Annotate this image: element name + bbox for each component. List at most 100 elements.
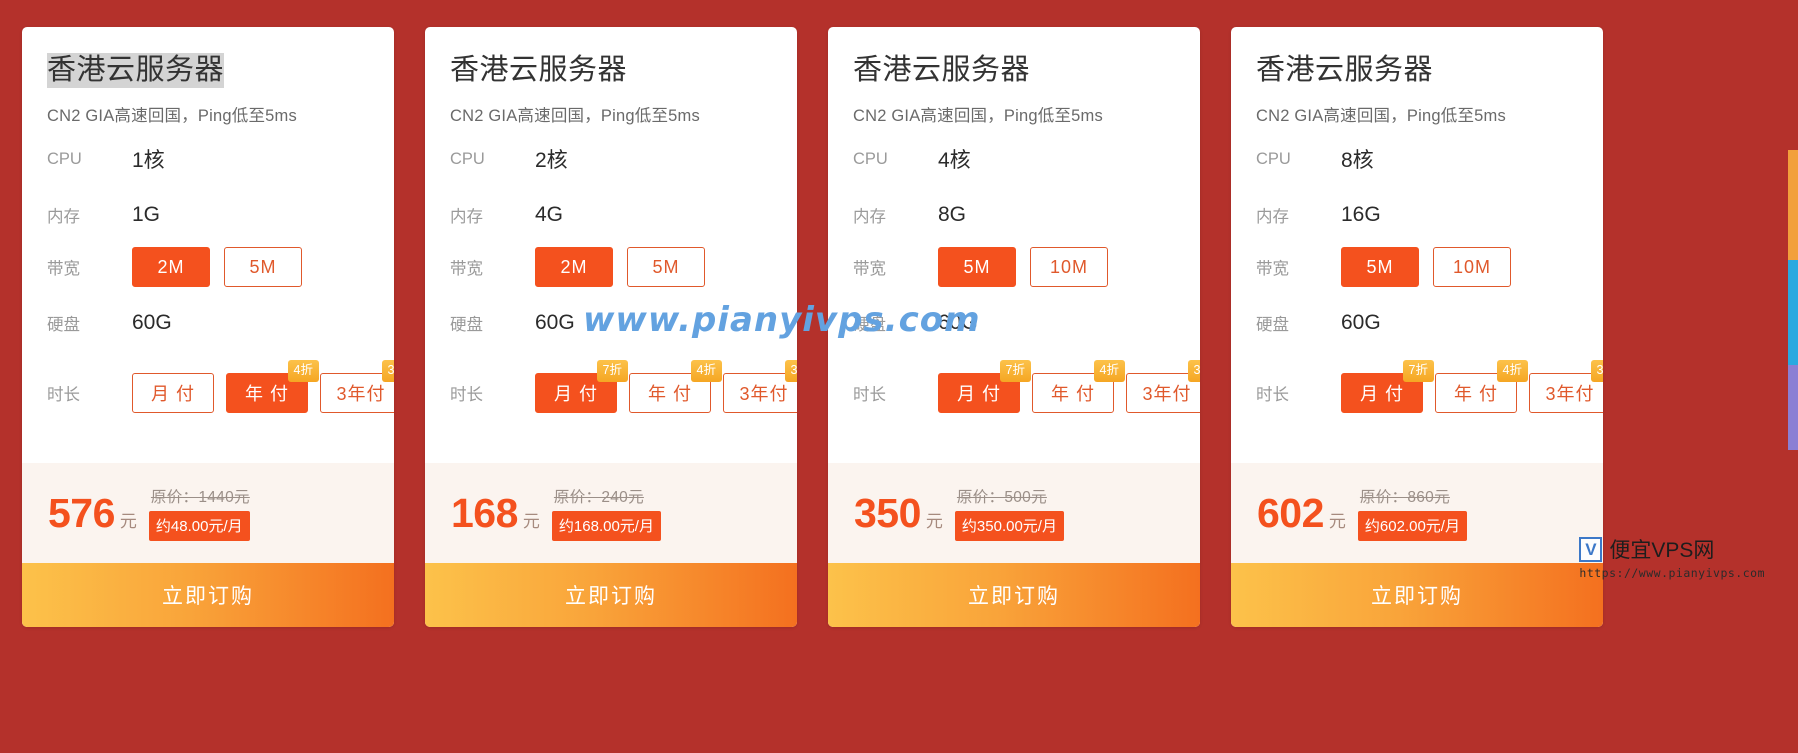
duration-option-月付[interactable]: 月 付 7折 [938,360,1031,414]
duration-option-label: 月 付 [150,384,195,405]
bandwidth-options: 2M 5M [132,247,302,288]
original-price: 原价：240元 [553,489,644,506]
duration-option-3年付[interactable]: 3年付3折 [1126,360,1200,414]
pricing-card[interactable]: 香港云服务器 CN2 GIA高速回国，Ping低至5ms CPU 4核 内存 8… [828,27,1200,627]
duration-option-label: 3年付 [1142,384,1192,405]
logo-name: 便宜VPS网 [1609,539,1715,562]
original-price: 原价：1440元 [150,489,250,506]
rail-segment-2[interactable] [1788,365,1798,450]
price-amount: 576 [48,489,115,536]
order-now-label: 立即订购 [1371,585,1463,608]
cpu-value: 1核 [132,149,165,173]
duration-option-年付[interactable]: 年 付 4折 [629,360,722,414]
duration-option-月付[interactable]: 月 付 7折 [535,360,628,414]
memory-label: 内存 [853,208,886,227]
order-now-button[interactable]: 立即订购 [1231,563,1603,627]
original-price: 原价：500元 [956,489,1047,506]
bandwidth-option-2M[interactable]: 2M [132,247,210,288]
order-now-label: 立即订购 [162,585,254,608]
discount-badge: 7折 [999,360,1031,382]
bandwidth-option-5M[interactable]: 5M [938,247,1016,288]
card-title: 香港云服务器 [450,54,628,86]
card-body: 香港云服务器 CN2 GIA高速回国，Ping低至5ms CPU 8核 内存 1… [1231,27,1603,416]
spec-row-duration: 时长 月 付7折 年 付4折 3年付3折 [1256,360,1603,416]
price-details: 原价：1440元 约48.00元/月 [148,485,250,541]
cpu-value: 4核 [938,149,971,173]
bandwidth-options: 5M 10M [1341,247,1511,288]
cpu-value: 2核 [535,149,568,173]
duration-options: 月 付7折 年 付4折 3年付3折 [1341,360,1603,414]
duration-options: 月 付7折 年 付4折 3年付3折 [535,360,797,414]
duration-option-3年付[interactable]: 3年付3折 [320,360,394,414]
duration-option-label: 年 付 [1050,384,1095,405]
pricing-card[interactable]: 香港云服务器 CN2 GIA高速回国，Ping低至5ms CPU 1核 内存 1… [22,27,394,627]
duration-option-年付[interactable]: 年 付 4折 [1435,360,1528,414]
duration-option-label: 3年付 [739,384,789,405]
duration-label: 时长 [47,386,80,405]
logo-url: https://www.pianyivps.com [1579,566,1765,580]
bandwidth-option-10M[interactable]: 10M [1433,247,1511,288]
spec-row-cpu: CPU 1核 [47,136,369,182]
order-now-button[interactable]: 立即订购 [828,563,1200,627]
order-now-button[interactable]: 立即订购 [22,563,394,627]
discount-badge: 3折 [1187,360,1200,382]
spec-row-bandwidth: 带宽 2M 5M [450,244,772,290]
spec-row-cpu: CPU 8核 [1256,136,1578,182]
spec-row-cpu: CPU 2核 [450,136,772,182]
spec-row-bandwidth: 带宽 5M 10M [853,244,1175,290]
pricing-page: 香港云服务器 CN2 GIA高速回国，Ping低至5ms CPU 1核 内存 1… [0,0,1798,753]
duration-option-3年付[interactable]: 3年付3折 [723,360,797,414]
duration-option-月付[interactable]: 月 付 [132,373,214,414]
monthly-price-badge: 约350.00元/月 [954,511,1064,541]
duration-options: 月 付7折 年 付4折 3年付3折 [938,360,1200,414]
card-title: 香港云服务器 [1256,54,1434,86]
duration-options: 月 付 年 付4折 3年付3折 [132,360,394,414]
memory-value: 4G [535,203,564,227]
discount-badge: 3折 [381,360,394,382]
duration-option-label: 年 付 [1453,384,1498,405]
disk-value: 60G [132,311,172,335]
duration-option-label: 月 付 [553,384,598,405]
pricing-card[interactable]: 香港云服务器 CN2 GIA高速回国，Ping低至5ms CPU 8核 内存 1… [1231,27,1603,627]
side-rail[interactable] [1788,150,1798,450]
price-main: 576 元 [48,490,137,537]
spec-row-duration: 时长 月 付 年 付4折 3年付3折 [47,360,394,416]
order-now-button[interactable]: 立即订购 [425,563,797,627]
bandwidth-option-2M[interactable]: 2M [535,247,613,288]
order-now-label: 立即订购 [968,585,1060,608]
price-strip: 576 元 原价：1440元 约48.00元/月 [22,463,394,563]
duration-option-年付[interactable]: 年 付 4折 [226,360,319,414]
cpu-label: CPU [853,149,888,168]
disk-label: 硬盘 [450,316,483,335]
price-strip: 350 元 原价：500元 约350.00元/月 [828,463,1200,563]
memory-label: 内存 [450,208,483,227]
spec-row-bandwidth: 带宽 2M 5M [47,244,369,290]
bandwidth-option-label: 2M [560,256,588,277]
cpu-label: CPU [47,149,82,168]
price-strip: 602 元 原价：860元 约602.00元/月 [1231,463,1603,563]
pricing-card[interactable]: 香港云服务器 CN2 GIA高速回国，Ping低至5ms CPU 2核 内存 4… [425,27,797,627]
duration-option-月付[interactable]: 月 付 7折 [1341,360,1434,414]
monthly-price-badge: 约48.00元/月 [148,511,250,541]
duration-option-年付[interactable]: 年 付 4折 [1032,360,1125,414]
pricing-card-list: 香港云服务器 CN2 GIA高速回国，Ping低至5ms CPU 1核 内存 1… [22,27,1603,627]
bandwidth-option-5M[interactable]: 5M [1341,247,1419,288]
bandwidth-option-label: 5M [963,256,991,277]
spec-row-memory: 内存 1G [47,192,369,238]
bandwidth-option-5M[interactable]: 5M [627,247,705,288]
duration-option-3年付[interactable]: 3年付3折 [1529,360,1603,414]
bandwidth-option-5M[interactable]: 5M [224,247,302,288]
card-subtitle: CN2 GIA高速回国，Ping低至5ms [853,107,1103,126]
memory-label: 内存 [1256,208,1289,227]
spec-row-disk: 硬盘 60G [47,300,369,346]
rail-segment-0[interactable] [1788,150,1798,260]
price-details: 原价：860元 约602.00元/月 [1357,485,1467,541]
discount-badge: 4折 [690,360,722,382]
bandwidth-option-10M[interactable]: 10M [1030,247,1108,288]
spec-row-disk: 硬盘 60G [853,300,1175,346]
rail-segment-1[interactable] [1788,260,1798,365]
spec-row-disk: 硬盘 60G [450,300,772,346]
bandwidth-options: 2M 5M [535,247,705,288]
card-subtitle: CN2 GIA高速回国，Ping低至5ms [47,107,297,126]
disk-value: 60G [1341,311,1381,335]
